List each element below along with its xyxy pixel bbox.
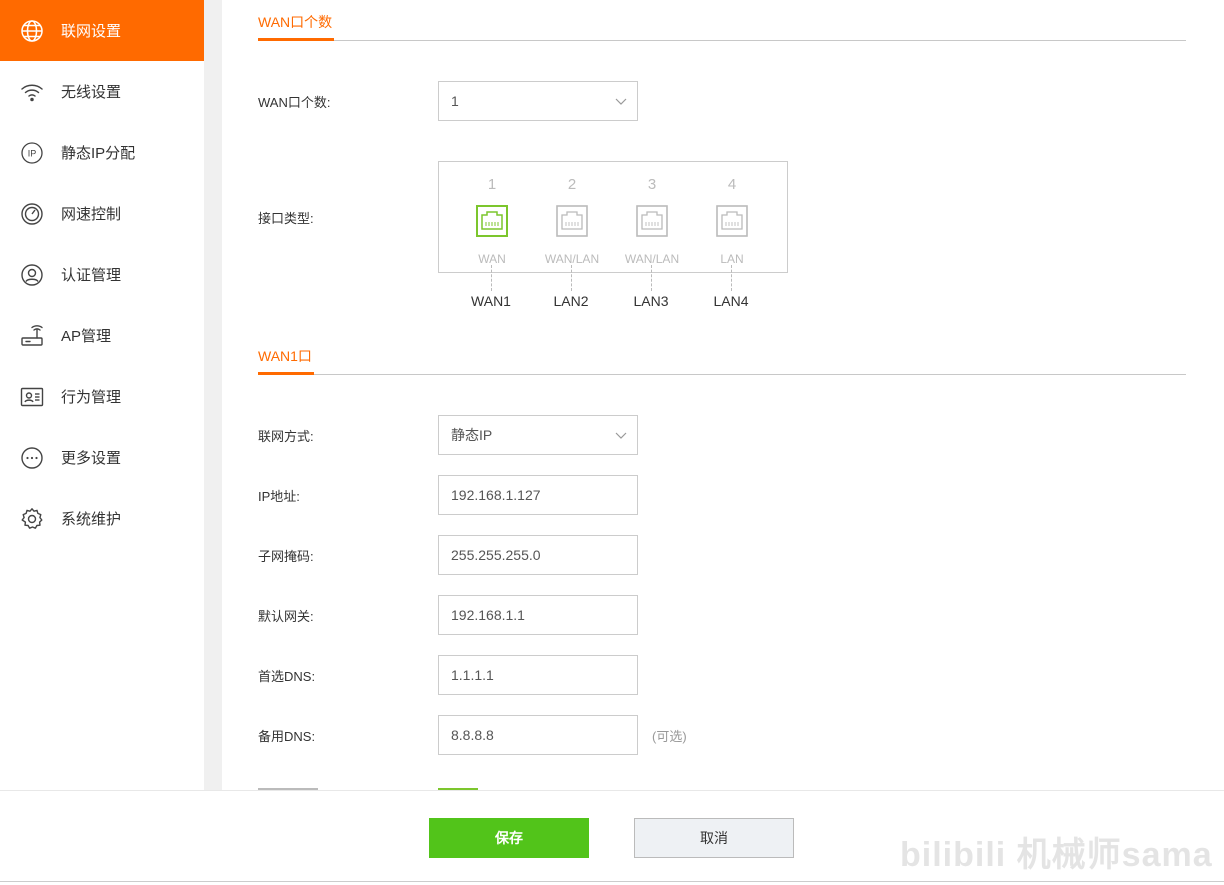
port-number: 4 — [727, 176, 737, 193]
svg-text:IP: IP — [28, 148, 37, 158]
subnet-mask-label: 子网掩码: — [258, 549, 314, 564]
footer-bar: 保存 取消 bilibili 机械师sama — [0, 790, 1224, 881]
gateway-label: 默认网关: — [258, 609, 314, 624]
user-auth-icon — [20, 263, 44, 287]
sidebar-item-label: 认证管理 — [61, 267, 122, 284]
gateway-input[interactable] — [438, 595, 638, 635]
layout-gap — [204, 0, 222, 790]
ip-address-input[interactable] — [438, 475, 638, 515]
cancel-button[interactable]: 取消 — [634, 818, 794, 858]
connection-mode-value: 静态IP — [451, 427, 493, 443]
optional-hint: (可选) — [652, 729, 687, 744]
wan-count-label: WAN口个数: — [258, 95, 331, 110]
port-type: WAN — [478, 252, 506, 266]
main-content: WAN口个数 WAN口个数: 1 接口类型: 1 WAN 2 WAN/LAN 3… — [222, 0, 1224, 790]
port-type: WAN/LAN — [544, 252, 600, 266]
sidebar-item-network-settings[interactable]: 联网设置 — [0, 0, 204, 61]
sidebar-item-static-ip[interactable]: IP 静态IP分配 — [0, 122, 204, 183]
connection-mode-select[interactable]: 静态IP — [438, 415, 638, 455]
section-title: WAN1口 — [258, 345, 314, 375]
port-number: 3 — [647, 176, 657, 193]
wan-count-value: 1 — [451, 93, 459, 109]
primary-dns-input[interactable] — [438, 655, 638, 695]
port-name: WAN1 — [471, 293, 511, 309]
more-icon — [20, 446, 44, 470]
sidebar-item-behavior-management[interactable]: 行为管理 — [0, 366, 204, 427]
port-connector-line — [571, 265, 572, 291]
port-number: 2 — [567, 176, 577, 193]
sidebar-item-label: 无线设置 — [61, 84, 122, 101]
wan-count-select[interactable]: 1 — [438, 81, 638, 121]
sidebar-item-wireless-settings[interactable]: 无线设置 — [0, 61, 204, 122]
port-connector-line — [491, 265, 492, 291]
connection-mode-label: 联网方式: — [258, 429, 314, 444]
port-name: LAN2 — [553, 293, 589, 309]
gear-icon — [20, 507, 44, 531]
port-connector-line — [651, 265, 652, 291]
sidebar-item-label: 系统维护 — [61, 511, 122, 528]
section-title: WAN口个数 — [258, 11, 335, 41]
secondary-dns-input[interactable] — [438, 715, 638, 755]
globe-icon — [20, 19, 44, 43]
section-header-wan1: WAN1口 — [258, 345, 1186, 375]
sidebar-item-label: AP管理 — [61, 328, 112, 345]
sidebar-item-speed-control[interactable]: 网速控制 — [0, 183, 204, 244]
sidebar: 联网设置 无线设置 IP 静态IP分配 网速控制 认证管理 AP管理 行为管理 — [0, 0, 204, 790]
ethernet-port-icon — [636, 205, 668, 237]
ip-address-label: IP地址: — [258, 489, 300, 504]
port-type: WAN/LAN — [624, 252, 680, 266]
port-type: LAN — [720, 252, 744, 266]
port-name: LAN3 — [633, 293, 669, 309]
ethernet-port-active-icon — [476, 205, 508, 237]
subnet-mask-input[interactable] — [438, 535, 638, 575]
port-connector-line — [731, 265, 732, 291]
access-point-icon — [20, 324, 44, 348]
ip-icon: IP — [20, 141, 44, 165]
sidebar-item-more-settings[interactable]: 更多设置 — [0, 427, 204, 488]
port-type-label: 接口类型: — [258, 211, 314, 226]
footer-divider — [0, 881, 1224, 885]
port-number: 1 — [487, 176, 497, 193]
watermark: bilibili 机械师sama — [900, 836, 1213, 874]
ethernet-port-icon — [556, 205, 588, 237]
sidebar-item-system-maintenance[interactable]: 系统维护 — [0, 488, 204, 549]
chevron-down-icon — [615, 432, 627, 439]
port-panel: 1 WAN 2 WAN/LAN 3 WAN/LAN 4 LAN — [438, 161, 788, 273]
wifi-icon — [20, 80, 44, 104]
sidebar-item-auth-management[interactable]: 认证管理 — [0, 244, 204, 305]
sidebar-item-label: 更多设置 — [61, 450, 122, 467]
save-button[interactable]: 保存 — [429, 818, 589, 858]
sidebar-item-label: 网速控制 — [61, 206, 122, 223]
sidebar-item-label: 行为管理 — [61, 389, 122, 406]
sidebar-item-label: 静态IP分配 — [61, 145, 136, 162]
port-name: LAN4 — [713, 293, 749, 309]
secondary-dns-label: 备用DNS: — [258, 729, 316, 744]
id-card-icon — [20, 385, 44, 409]
ethernet-port-icon — [716, 205, 748, 237]
speedometer-icon — [20, 202, 44, 226]
chevron-down-icon — [615, 98, 627, 105]
primary-dns-label: 首选DNS: — [258, 669, 316, 684]
sidebar-item-ap-management[interactable]: AP管理 — [0, 305, 204, 366]
sidebar-item-label: 联网设置 — [61, 23, 122, 40]
section-header-wan-count: WAN口个数 — [258, 11, 1186, 41]
